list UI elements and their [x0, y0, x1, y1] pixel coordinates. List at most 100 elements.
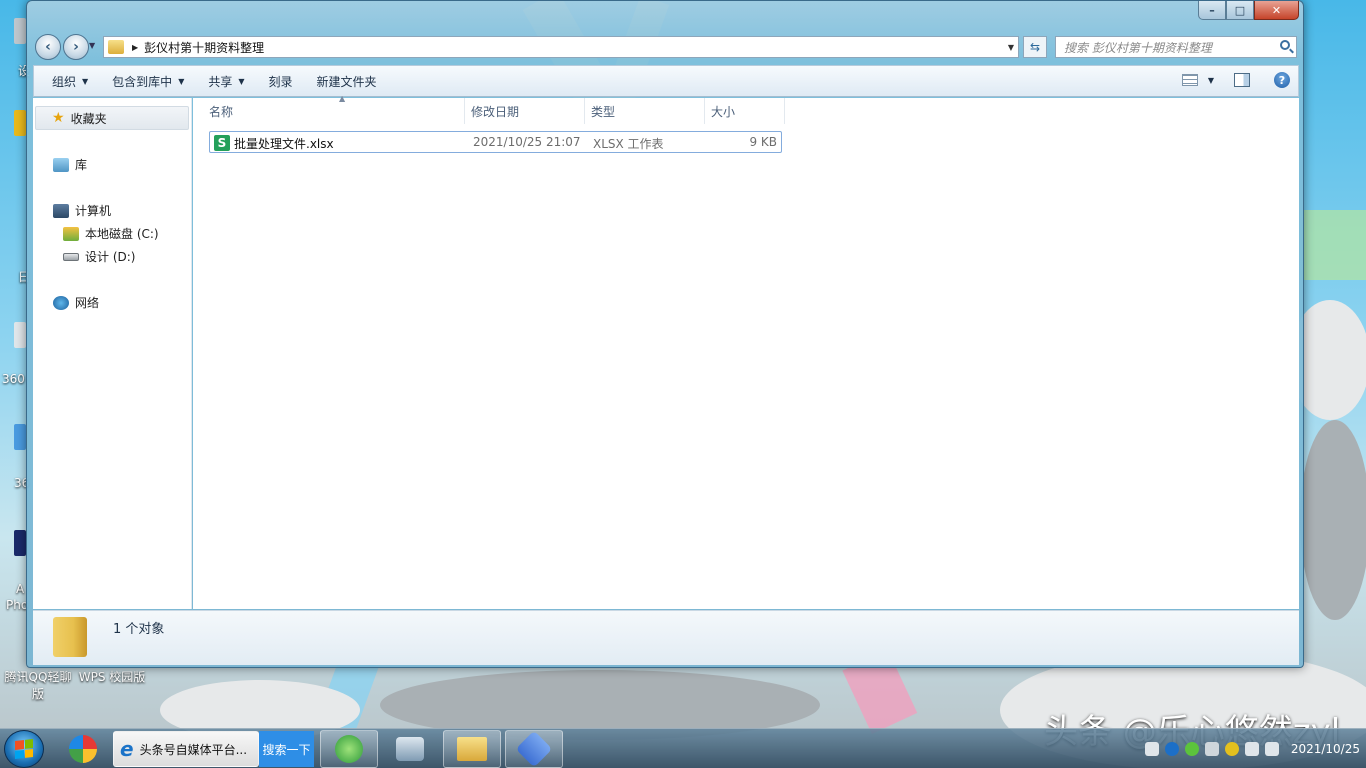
close-button[interactable]: ✕	[1254, 1, 1299, 20]
burn-label: 刻录	[268, 74, 293, 89]
navigation-pane: ★ 收藏夹 库 计算机 本地磁盘 (C:) 设计 (D:) 网络	[33, 98, 192, 609]
taskbar-app-updater[interactable]	[320, 730, 378, 768]
sort-up-icon: ▲	[339, 94, 346, 103]
breadcrumb-arrow-icon[interactable]: ▶	[132, 43, 138, 52]
add-icon[interactable]	[1224, 742, 1239, 756]
chevron-down-icon[interactable]: ▼	[1208, 76, 1214, 85]
nav-drive-d-label: 设计 (D:)	[85, 250, 136, 264]
include-in-library-menu[interactable]: 包含到库中 ▼	[100, 69, 196, 93]
file-name: 批量处理文件.xlsx	[234, 137, 334, 151]
search-input[interactable]: 搜索 彭仪村第十期资料整理	[1055, 36, 1297, 58]
desktop-icon[interactable]	[14, 110, 26, 136]
preview-pane-icon[interactable]	[1234, 73, 1250, 87]
image-viewer-icon	[396, 737, 424, 761]
nav-drive-c[interactable]: 本地磁盘 (C:)	[63, 225, 159, 242]
maximize-button[interactable]: □	[1226, 1, 1254, 20]
forward-button[interactable]: ›	[63, 34, 89, 60]
burn-button[interactable]: 刻录	[257, 69, 305, 93]
folder-icon	[108, 40, 124, 54]
file-modified: 2021/10/25 21:07	[473, 135, 581, 149]
arrow-left-icon: ‹	[45, 39, 51, 55]
view-options-icon[interactable]	[1181, 74, 1198, 86]
desktop-icon-label: A	[16, 582, 25, 596]
chevron-down-icon: ▼	[238, 76, 245, 86]
clock[interactable]: 2021/10/25	[1291, 742, 1360, 756]
network-icon	[53, 295, 69, 310]
desktop-icon-wps[interactable]: WPS 校园版	[74, 668, 150, 685]
taskbar-search-label: 搜索一下	[262, 742, 311, 757]
file-type: XLSX 工作表	[593, 137, 664, 151]
security-icon[interactable]	[1184, 742, 1199, 756]
desktop-icon-label: WPS 校园版	[78, 670, 146, 684]
taskbar-search-button[interactable]: 搜索一下	[259, 731, 314, 767]
desktop-icon[interactable]	[14, 530, 26, 556]
taskbar-app-360[interactable]	[54, 730, 112, 768]
include-library-label: 包含到库中	[112, 74, 173, 89]
arrow-right-icon: ›	[73, 39, 79, 55]
keyboard-icon[interactable]	[1144, 742, 1159, 756]
taskbar-app-explorer[interactable]	[443, 730, 501, 768]
new-folder-label: 新建文件夹	[316, 74, 377, 89]
recent-pages-dropdown[interactable]: ▼	[89, 41, 95, 50]
desktop-icon-label: 腾讯QQ轻聊 版	[4, 670, 72, 701]
back-button[interactable]: ‹	[35, 34, 61, 60]
star-icon: ★	[52, 110, 65, 126]
refresh-button[interactable]: ⇆	[1023, 36, 1047, 58]
desktop-icon-label: Pho	[6, 598, 29, 612]
share-menu[interactable]: 共享 ▼	[196, 69, 256, 93]
desktop-icon[interactable]	[14, 18, 26, 44]
share-label: 共享	[208, 74, 233, 89]
address-bar[interactable]: ▶ 彭仪村第十期资料整理 ▼	[103, 36, 1019, 58]
address-dropdown-icon[interactable]: ▼	[1008, 43, 1014, 52]
nav-libraries[interactable]: 库	[53, 156, 87, 173]
nav-network[interactable]: 网络	[53, 294, 99, 311]
computer-icon	[53, 203, 69, 218]
nav-favorites[interactable]: ★ 收藏夹	[35, 106, 189, 130]
column-header-modified[interactable]: 修改日期	[465, 98, 585, 124]
new-folder-button[interactable]: 新建文件夹	[305, 69, 389, 93]
task-title: 头条号自媒体平台...	[139, 742, 248, 757]
column-header-size[interactable]: 大小	[705, 98, 785, 124]
nav-favorites-label: 收藏夹	[70, 111, 107, 126]
search-icon[interactable]	[1280, 40, 1290, 50]
explorer-window: – □ ✕ ‹ › ▼ ▶ 彭仪村第十期资料整理 ▼ ⇆ 搜索 彭仪村第十期资料…	[26, 0, 1304, 668]
organize-menu[interactable]: 组织 ▼	[34, 69, 100, 93]
desktop-icon-qq[interactable]: 腾讯QQ轻聊 版	[0, 668, 76, 702]
desktop-left-icons: 设 日 360 36 A Pho	[0, 0, 30, 700]
caption-buttons: – □ ✕	[1198, 1, 1299, 20]
chevron-down-icon: ▼	[82, 76, 89, 86]
navigation-bar: ‹ › ▼ ▶ 彭仪村第十期资料整理 ▼ ⇆ 搜索 彭仪村第十期资料整理	[33, 34, 1299, 60]
desktop-icon[interactable]	[14, 424, 26, 450]
nav-drive-c-label: 本地磁盘 (C:)	[85, 227, 159, 241]
help-icon[interactable]	[1164, 742, 1179, 756]
taskbar: e 头条号自媒体平台... 搜索一下 2021/10/25	[0, 728, 1366, 768]
system-tray: 2021/10/25	[1144, 729, 1360, 768]
minimize-button[interactable]: –	[1198, 1, 1226, 20]
refresh-icon: ⇆	[1029, 40, 1041, 54]
battery-icon[interactable]	[1204, 742, 1219, 756]
chevron-down-icon: ▼	[178, 76, 185, 86]
column-header-name[interactable]: ▲ 名称	[203, 94, 465, 124]
file-size: 9 KB	[749, 135, 777, 149]
start-button[interactable]	[4, 730, 44, 768]
column-header-name-label: 名称	[209, 104, 234, 119]
taskbar-app-wps[interactable]	[505, 730, 563, 768]
nav-drive-d[interactable]: 设计 (D:)	[63, 248, 135, 265]
drive-d-icon	[63, 252, 79, 261]
breadcrumb[interactable]: 彭仪村第十期资料整理	[144, 39, 264, 56]
taskbar-app-viewer[interactable]	[381, 730, 439, 768]
signal-icon[interactable]	[1264, 742, 1279, 756]
taskbar-browser-task[interactable]: e 头条号自媒体平台...	[113, 731, 259, 767]
details-pane: 1 个对象	[33, 610, 1299, 665]
column-header-modified-label: 修改日期	[471, 104, 520, 119]
command-bar: 组织 ▼ 包含到库中 ▼ 共享 ▼ 刻录 新建文件夹 ▼ ?	[33, 65, 1299, 97]
file-row[interactable]: S 批量处理文件.xlsx 2021/10/25 21:07 XLSX 工作表 …	[209, 131, 782, 153]
nav-computer-label: 计算机	[75, 204, 112, 218]
desktop-icon[interactable]	[14, 322, 26, 348]
app-360-icon	[69, 735, 97, 763]
volume-icon[interactable]	[1244, 742, 1259, 756]
column-header-type[interactable]: 类型	[585, 98, 705, 124]
library-icon	[53, 157, 69, 172]
help-icon[interactable]: ?	[1274, 72, 1290, 88]
nav-computer[interactable]: 计算机	[53, 202, 111, 219]
